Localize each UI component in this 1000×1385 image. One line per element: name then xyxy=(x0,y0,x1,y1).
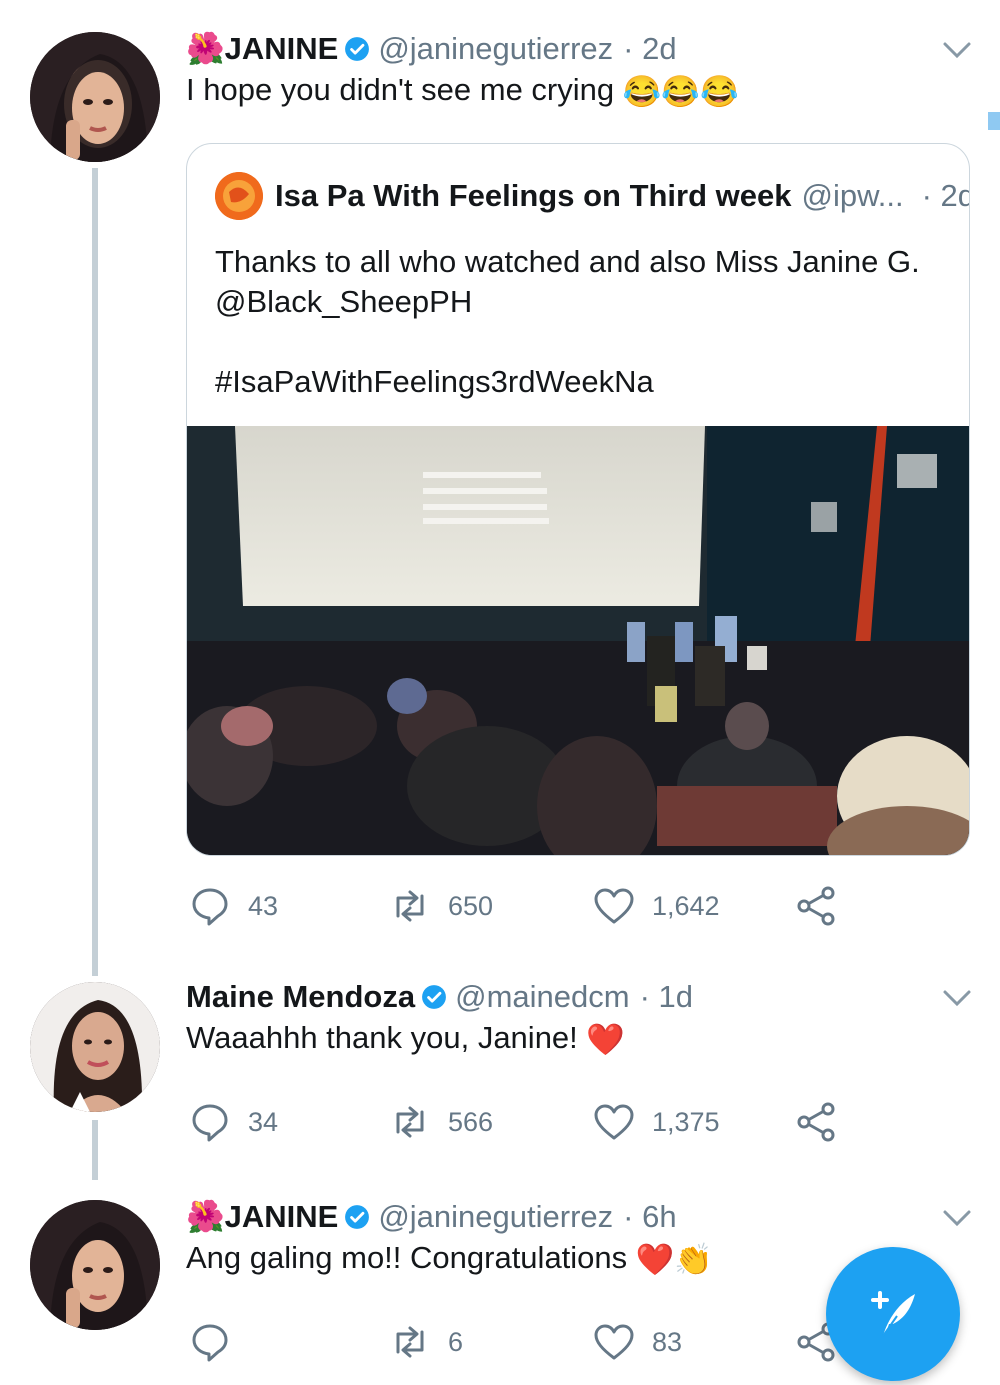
retweet-count: 566 xyxy=(448,1106,494,1137)
tweet-text-content: I hope you didn't see me crying xyxy=(186,72,615,107)
retweet-button[interactable]: 566 xyxy=(388,1100,493,1144)
tweet-text: Ang galing mo!! Congratulations ❤️👏 xyxy=(186,1238,713,1280)
avatar-maine[interactable] xyxy=(30,982,160,1112)
tweet-1[interactable]: 🌺 JANINE @janinegutierrez · 2d I hope yo… xyxy=(0,0,1000,976)
chevron-down-icon[interactable] xyxy=(942,1208,972,1228)
tweet-text: Waaahhh thank you, Janine! ❤️ xyxy=(186,1018,625,1060)
retweet-count: 650 xyxy=(448,890,494,921)
tweet-actions: 6 83 xyxy=(188,1320,888,1364)
display-name[interactable]: Maine Mendoza xyxy=(186,977,415,1017)
quoted-tweet[interactable]: Isa Pa With Feelings on Third week @ipw.… xyxy=(186,143,970,856)
tweet-actions: 34 566 1,375 xyxy=(188,1100,888,1144)
retweet-button[interactable]: 650 xyxy=(388,884,493,928)
scroll-indicator[interactable] xyxy=(988,112,1000,130)
flower-emoji: 🌺 xyxy=(186,1199,225,1234)
compose-tweet-icon xyxy=(871,1291,915,1337)
share-icon xyxy=(797,886,835,926)
quoted-video-thumbnail[interactable] xyxy=(187,426,969,855)
quoted-mention[interactable]: @Black_SheepPH xyxy=(215,282,920,322)
like-button[interactable]: 83 xyxy=(592,1320,682,1364)
avatar-janine[interactable] xyxy=(30,32,160,162)
user-handle[interactable]: @janinegutierrez xyxy=(378,1197,613,1237)
reply-icon xyxy=(192,1324,228,1362)
avatar-janine[interactable] xyxy=(30,1200,160,1330)
verified-badge-icon xyxy=(345,1205,370,1229)
heart-icon xyxy=(594,1104,634,1140)
verified-badge-icon xyxy=(345,37,370,61)
timestamp: · 2d xyxy=(623,31,677,66)
reply-button[interactable] xyxy=(188,1320,248,1364)
tweet-text-content: Waaahhh thank you, Janine! xyxy=(186,1020,578,1055)
quoted-display-name[interactable]: Isa Pa With Feelings on Third week xyxy=(275,178,792,214)
like-count: 1,375 xyxy=(652,1106,720,1137)
display-name[interactable]: JANINE xyxy=(225,1197,339,1237)
share-button[interactable] xyxy=(794,884,838,928)
reply-count: 43 xyxy=(248,890,279,921)
like-count: 1,642 xyxy=(652,890,720,921)
thread-line xyxy=(92,168,98,976)
retweet-icon xyxy=(396,1326,424,1358)
quoted-tweet-header: Isa Pa With Feelings on Third week @ipw.… xyxy=(215,172,970,220)
tweet-actions: 43 650 1,642 xyxy=(188,884,888,928)
share-icon xyxy=(797,1102,835,1142)
timestamp: · 6h xyxy=(623,1199,677,1234)
quoted-tweet-text: Thanks to all who watched and also Miss … xyxy=(215,242,920,402)
share-button[interactable] xyxy=(794,1100,838,1144)
reply-icon xyxy=(192,1104,228,1142)
retweet-icon xyxy=(396,890,424,922)
user-handle[interactable]: @mainedcm xyxy=(455,977,629,1017)
heart-icon xyxy=(594,1324,634,1360)
reply-icon xyxy=(192,888,228,926)
quoted-user-handle[interactable]: @ipw... xyxy=(802,178,904,214)
thread-line xyxy=(92,1120,98,1180)
quoted-timestamp: · 2d xyxy=(921,178,970,213)
like-button[interactable]: 1,375 xyxy=(592,1100,720,1144)
quoted-hashtag[interactable]: #IsaPaWithFeelings3rdWeekNa xyxy=(215,362,920,402)
chevron-down-icon[interactable] xyxy=(942,40,972,60)
retweet-icon xyxy=(396,1106,424,1138)
tweet-header: Maine Mendoza @mainedcm · 1d xyxy=(186,977,693,1017)
retweet-button[interactable]: 6 xyxy=(388,1320,463,1364)
user-handle[interactable]: @janinegutierrez xyxy=(378,29,613,69)
tweet-2[interactable]: Maine Mendoza @mainedcm · 1d Waaahhh tha… xyxy=(0,960,1000,1180)
laughing-emoji: 😂😂😂 xyxy=(622,73,739,109)
timestamp: · 1d xyxy=(639,979,693,1014)
tweet-text-content: Ang galing mo!! Congratulations xyxy=(186,1240,628,1275)
chevron-down-icon[interactable] xyxy=(942,988,972,1008)
display-name[interactable]: JANINE xyxy=(225,29,339,69)
heart-emoji: ❤️ xyxy=(586,1021,626,1057)
heart-clap-emoji: ❤️👏 xyxy=(635,1241,713,1277)
verified-badge-icon xyxy=(422,985,447,1009)
flower-emoji: 🌺 xyxy=(186,31,225,66)
quoted-avatar[interactable] xyxy=(215,172,263,220)
tweet-header: 🌺 JANINE @janinegutierrez · 6h xyxy=(186,1197,677,1237)
heart-icon xyxy=(594,888,634,924)
reply-button[interactable]: 34 xyxy=(188,1100,278,1144)
tweet-header: 🌺 JANINE @janinegutierrez · 2d xyxy=(186,29,677,69)
quoted-text-line1: Thanks to all who watched and also Miss … xyxy=(215,244,920,279)
reply-button[interactable]: 43 xyxy=(188,884,278,928)
retweet-count: 6 xyxy=(448,1326,464,1357)
like-button[interactable]: 1,642 xyxy=(592,884,720,928)
like-count: 83 xyxy=(652,1326,683,1357)
tweet-text: I hope you didn't see me crying 😂😂😂 xyxy=(186,70,739,112)
reply-count: 34 xyxy=(248,1106,279,1137)
compose-tweet-button[interactable] xyxy=(826,1247,960,1381)
